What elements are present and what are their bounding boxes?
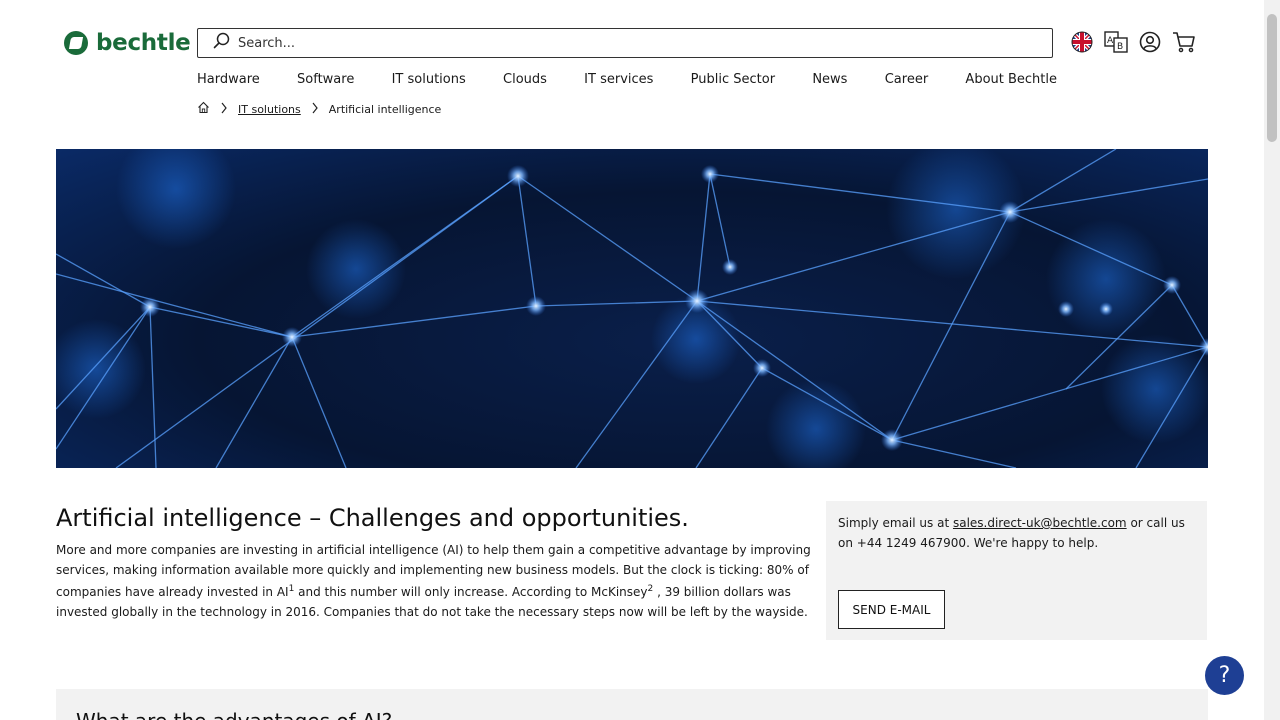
- hero-image: [56, 149, 1208, 468]
- logo-mark-icon: [64, 31, 88, 55]
- contact-text: Simply email us at sales.direct-uk@becht…: [838, 513, 1195, 553]
- nav-item-career[interactable]: Career: [885, 72, 928, 87]
- help-button[interactable]: ?: [1205, 656, 1244, 695]
- breadcrumb-current: Artificial intelligence: [328, 102, 442, 116]
- section-title: What are the advantages of AI?: [76, 709, 1188, 720]
- account-icon[interactable]: [1138, 30, 1162, 54]
- search-box[interactable]: [197, 28, 1053, 58]
- bechtle-logo[interactable]: bechtle: [64, 30, 191, 56]
- translate-icon[interactable]: A B: [1104, 30, 1128, 54]
- contact-card: Simply email us at sales.direct-uk@becht…: [826, 501, 1207, 640]
- chevron-right-icon: [220, 102, 228, 117]
- home-icon[interactable]: [197, 101, 210, 117]
- nav-item-news[interactable]: News: [812, 72, 847, 87]
- send-email-button[interactable]: SEND E-MAIL: [838, 590, 945, 629]
- main-navigation: Hardware Software IT solutions Clouds IT…: [197, 72, 1057, 87]
- cart-icon[interactable]: [1172, 30, 1196, 54]
- nav-item-it-services[interactable]: IT services: [584, 72, 653, 87]
- nav-item-about-bechtle[interactable]: About Bechtle: [965, 72, 1057, 87]
- intro-text-part-2: and this number will only increase. Acco…: [294, 585, 648, 599]
- contact-email-link[interactable]: sales.direct-uk@bechtle.com: [953, 516, 1127, 530]
- nav-item-software[interactable]: Software: [297, 72, 354, 87]
- nav-item-hardware[interactable]: Hardware: [197, 72, 260, 87]
- chevron-right-icon: [311, 102, 319, 117]
- breadcrumb-link-it-solutions[interactable]: IT solutions: [238, 103, 301, 116]
- nav-item-clouds[interactable]: Clouds: [503, 72, 547, 87]
- search-input[interactable]: [238, 35, 1018, 51]
- nav-item-public-sector[interactable]: Public Sector: [691, 72, 775, 87]
- nav-item-it-solutions[interactable]: IT solutions: [392, 72, 466, 87]
- contact-prefix: Simply email us at: [838, 516, 953, 530]
- breadcrumb: IT solutions Artificial intelligence: [197, 101, 441, 117]
- uk-flag-icon[interactable]: [1070, 30, 1094, 54]
- logo-text: bechtle: [96, 30, 191, 56]
- svg-text:B: B: [1117, 42, 1123, 52]
- scrollbar-thumb[interactable]: [1267, 14, 1277, 142]
- search-icon: [212, 31, 232, 55]
- scrollbar[interactable]: [1264, 0, 1280, 720]
- svg-text:A: A: [1107, 36, 1114, 46]
- intro-paragraph: More and more companies are investing in…: [56, 541, 816, 622]
- advantages-section: What are the advantages of AI?: [56, 689, 1208, 720]
- page-title: Artificial intelligence – Challenges and…: [56, 504, 689, 532]
